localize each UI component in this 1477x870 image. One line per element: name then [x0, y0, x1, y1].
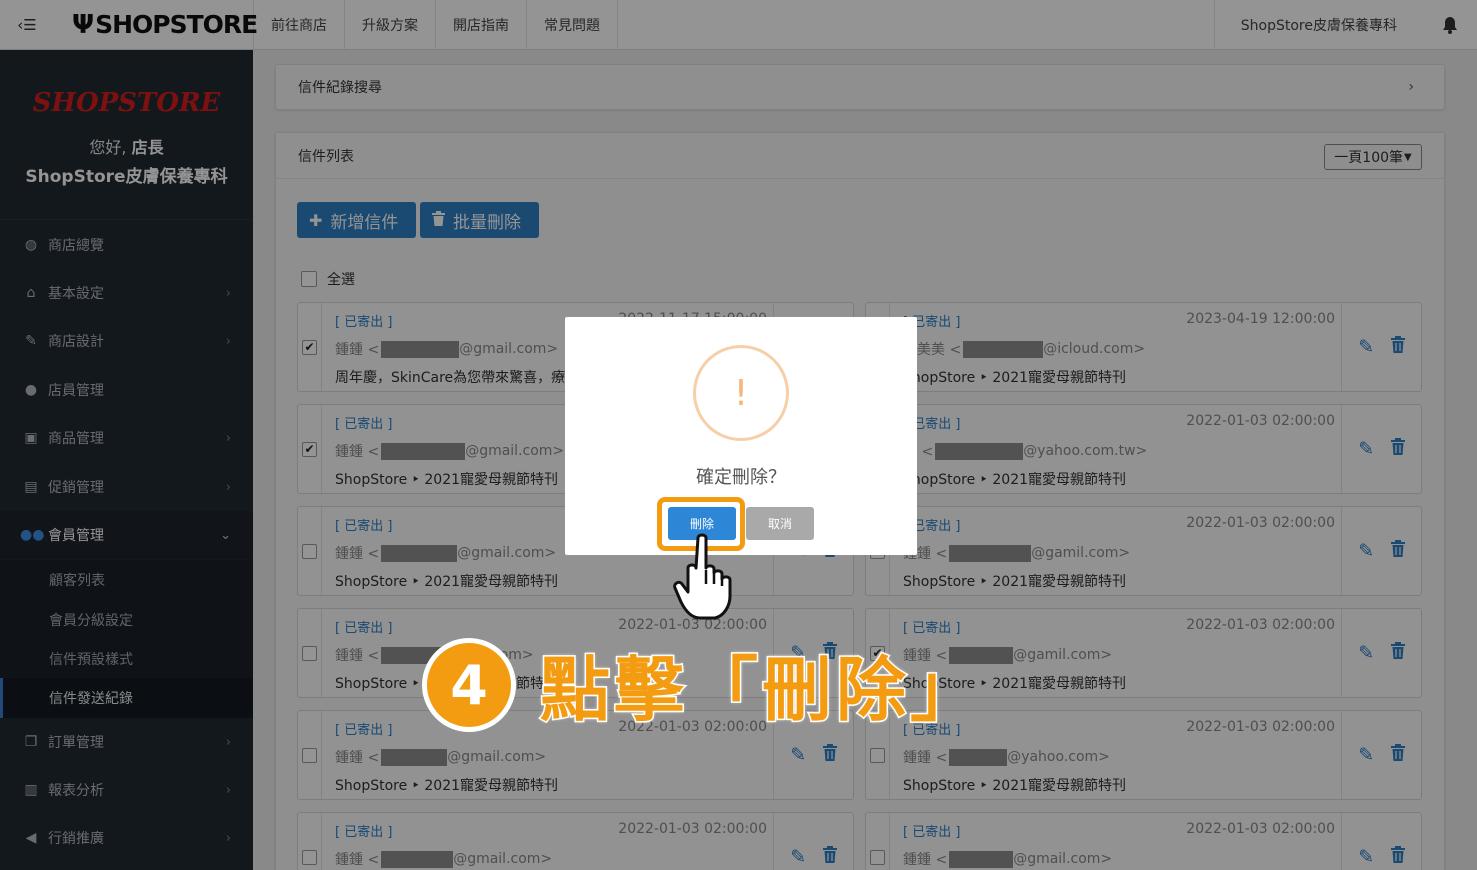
cancel-button[interactable]: 取消 [746, 507, 814, 540]
confirm-message: 確定刪除？ [696, 467, 786, 488]
step-instruction: 點擊「刪除」 [539, 648, 984, 733]
warning-icon: ! [693, 345, 789, 441]
step-number-badge: 4 [422, 638, 516, 732]
pointer-hand-icon [673, 533, 732, 620]
